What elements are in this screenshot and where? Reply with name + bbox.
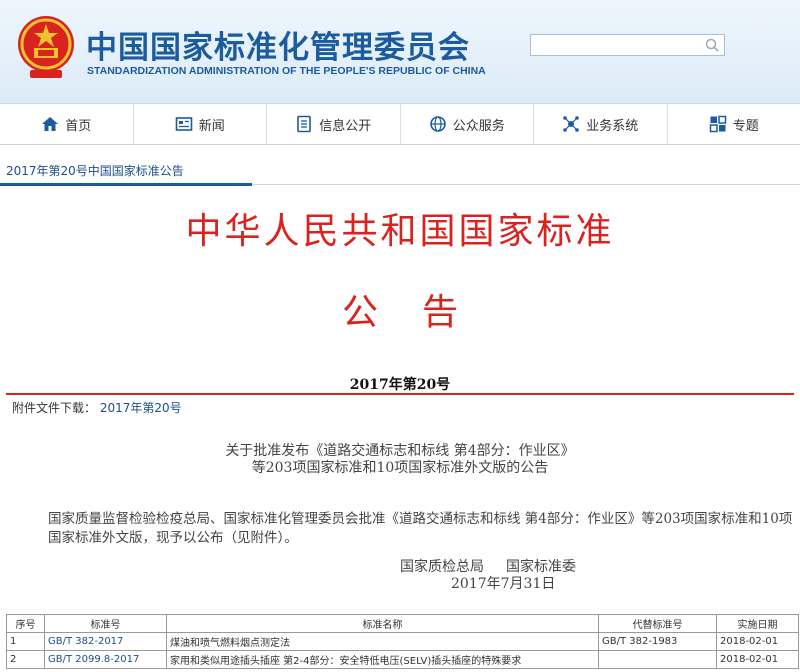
home-icon (42, 117, 59, 131)
search-input[interactable] (531, 35, 701, 55)
national-emblem-icon[interactable] (16, 14, 76, 80)
notice-title: 中华人民共和国国家标准 (185, 211, 615, 252)
cell-index: 2 (6, 650, 45, 669)
document-title-line-2: 等203项国家标准和10项国家标准外文版的公告 (251, 460, 549, 476)
notice-subtitle: 公告 (341, 292, 502, 333)
nav-label-news: 新闻 (198, 118, 225, 134)
attachment-label: 附件文件下载： (12, 401, 97, 415)
nav-item-public-service[interactable]: 公众服务 (399, 104, 534, 144)
red-divider (6, 393, 794, 395)
nav-label-public-service: 公众服务 (452, 118, 505, 134)
news-icon (175, 117, 193, 131)
search-icon[interactable] (704, 37, 720, 53)
nav-label-home: 首页 (65, 118, 92, 134)
col-header-index: 序号 (6, 614, 45, 633)
notice-issue-number: 2017年第20号 (349, 377, 451, 393)
cell-replaced-standard: GB/T 382-1983 (598, 632, 717, 651)
nav-item-info-disclosure[interactable]: 信息公开 (266, 104, 400, 144)
col-header-standard-number: 标准号 (44, 614, 167, 633)
cell-standard-name: 家用和类似用途插头插座 第2-4部分：安全特低电压(SELV)插头插座的特殊要求 (166, 650, 599, 669)
topic-icon (709, 115, 726, 133)
cell-standard-number-link[interactable]: GB/T 382-2017 (44, 632, 167, 651)
main-nav: 首页 新闻 信息公开 公众服务 业务系统 专题 (0, 103, 800, 145)
breadcrumb-underline (0, 183, 252, 186)
nav-item-business-system[interactable]: 业务系统 (533, 104, 667, 144)
col-header-replaced-standard: 代替标准号 (598, 614, 717, 633)
notice-date: 2017年7月31日 (451, 576, 556, 592)
col-header-standard-name: 标准名称 (166, 614, 599, 633)
document-title-line-1: 关于批准发布《道路交通标志和标线 第4部分：作业区》 (225, 443, 575, 459)
cell-replaced-standard (598, 650, 717, 669)
nav-item-topic[interactable]: 专题 (666, 104, 800, 144)
site-header: 中国国家标准化管理委员会 STANDARDIZATION ADMINISTRAT… (0, 0, 800, 103)
attachment-download-link[interactable]: 2017年第20号 (100, 401, 182, 415)
nav-label-info-disclosure: 信息公开 (319, 118, 372, 134)
cell-effective-date: 2018-02-01 (716, 650, 799, 669)
nav-label-business-system: 业务系统 (586, 118, 639, 134)
table-row: 1 GB/T 382-2017 煤油和喷气燃料烟点测定法 GB/T 382-19… (6, 632, 799, 651)
nav-item-home[interactable]: 首页 (0, 104, 133, 144)
network-icon (563, 116, 580, 132)
nav-label-topic: 专题 (732, 118, 759, 134)
nav-item-news[interactable]: 新闻 (132, 104, 267, 144)
cell-effective-date: 2018-02-01 (716, 632, 799, 651)
document-body: 国家质量监督检验检疫总局、国家标准化管理委员会批准《道路交通标志和标线 第4部分… (48, 511, 793, 546)
site-title-en: STANDARDIZATION ADMINISTRATION OF THE PE… (87, 65, 486, 77)
attachment-row: 附件文件下载： 2017年第20号 (12, 399, 182, 416)
document-title: 关于批准发布《道路交通标志和标线 第4部分：作业区》 等203项国家标准和10项… (0, 443, 800, 477)
document-icon (297, 115, 312, 133)
table-row: 2 GB/T 2099.8-2017 家用和类似用途插头插座 第2-4部分：安全… (6, 650, 799, 669)
cell-index: 1 (6, 632, 45, 651)
col-header-effective-date: 实施日期 (716, 614, 799, 633)
cell-standard-name: 煤油和喷气燃料烟点测定法 (166, 632, 599, 651)
globe-icon (429, 116, 446, 132)
site-title-cn[interactable]: 中国国家标准化管理委员会 (86, 22, 470, 67)
breadcrumb[interactable]: 2017年第20号中国国家标准公告 (6, 162, 184, 179)
standards-table: 序号 标准号 标准名称 代替标准号 实施日期 1 GB/T 382-2017 煤… (6, 614, 799, 669)
table-header-row: 序号 标准号 标准名称 代替标准号 实施日期 (6, 614, 799, 633)
search-box (530, 34, 725, 56)
cell-standard-number-link[interactable]: GB/T 2099.8-2017 (44, 650, 167, 669)
